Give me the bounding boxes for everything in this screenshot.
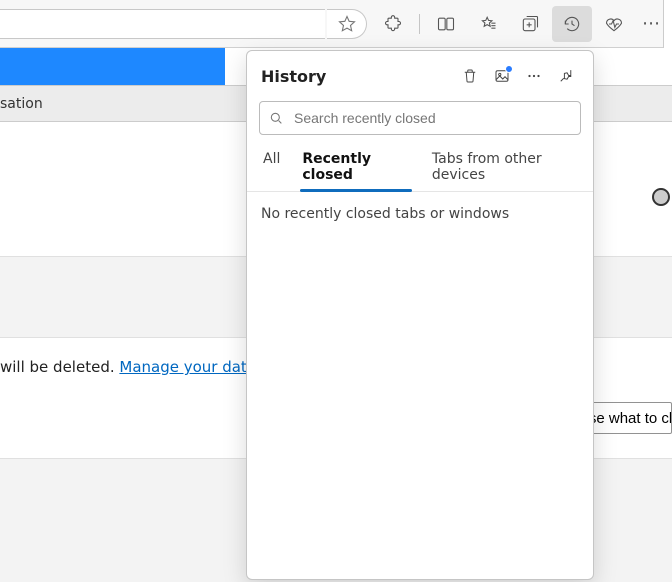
delete-history-button[interactable] bbox=[455, 61, 485, 91]
history-tab-other-devices[interactable]: Tabs from other devices bbox=[430, 145, 579, 191]
split-icon bbox=[436, 14, 456, 34]
more-horizontal-icon bbox=[525, 67, 543, 85]
selected-banner-item[interactable] bbox=[0, 48, 225, 85]
history-tab-recently-closed[interactable]: Recently closed bbox=[300, 145, 412, 191]
history-body: No recently closed tabs or windows bbox=[247, 192, 593, 579]
search-icon bbox=[268, 110, 284, 126]
favorites-button[interactable] bbox=[468, 6, 508, 42]
performance-button[interactable] bbox=[594, 6, 634, 42]
history-title: History bbox=[261, 67, 326, 86]
history-search-box[interactable] bbox=[259, 101, 581, 135]
history-search-input[interactable] bbox=[294, 110, 572, 126]
history-empty-message: No recently closed tabs or windows bbox=[261, 206, 579, 222]
more-button[interactable]: ⋯ bbox=[636, 6, 666, 42]
pin-icon bbox=[557, 67, 575, 85]
manage-data-link[interactable]: Manage your data bbox=[119, 358, 256, 376]
collections-icon bbox=[520, 14, 540, 34]
collections-button[interactable] bbox=[510, 6, 550, 42]
trash-icon bbox=[461, 67, 479, 85]
history-header: History bbox=[247, 51, 593, 97]
star-icon bbox=[337, 14, 357, 34]
history-tabs: All Recently closed Tabs from other devi… bbox=[247, 145, 593, 192]
history-more-button[interactable] bbox=[519, 61, 549, 91]
loading-spinner-icon bbox=[652, 188, 670, 206]
history-tab-all[interactable]: All bbox=[261, 145, 282, 191]
address-bar-fragment[interactable] bbox=[0, 9, 325, 39]
data-text-fragment: will be deleted. bbox=[0, 358, 119, 376]
toolbar-divider bbox=[419, 14, 420, 34]
window-edge bbox=[663, 0, 672, 48]
star-list-icon bbox=[478, 14, 498, 34]
pin-history-button[interactable] bbox=[551, 61, 581, 91]
page-tab-fragment[interactable]: sation bbox=[0, 96, 43, 112]
history-popover: History All Recently closed Tabs from ot… bbox=[246, 50, 594, 580]
history-button[interactable] bbox=[552, 6, 592, 42]
puzzle-icon bbox=[383, 14, 403, 34]
history-icon bbox=[562, 14, 582, 34]
split-screen-button[interactable] bbox=[426, 6, 466, 42]
notification-dot-icon bbox=[505, 65, 513, 73]
history-image-button[interactable] bbox=[487, 61, 517, 91]
browser-toolbar: ⋯ bbox=[0, 0, 672, 48]
extensions-button[interactable] bbox=[373, 6, 413, 42]
favorite-star-button[interactable] bbox=[327, 9, 367, 39]
heartbeat-icon bbox=[604, 14, 624, 34]
